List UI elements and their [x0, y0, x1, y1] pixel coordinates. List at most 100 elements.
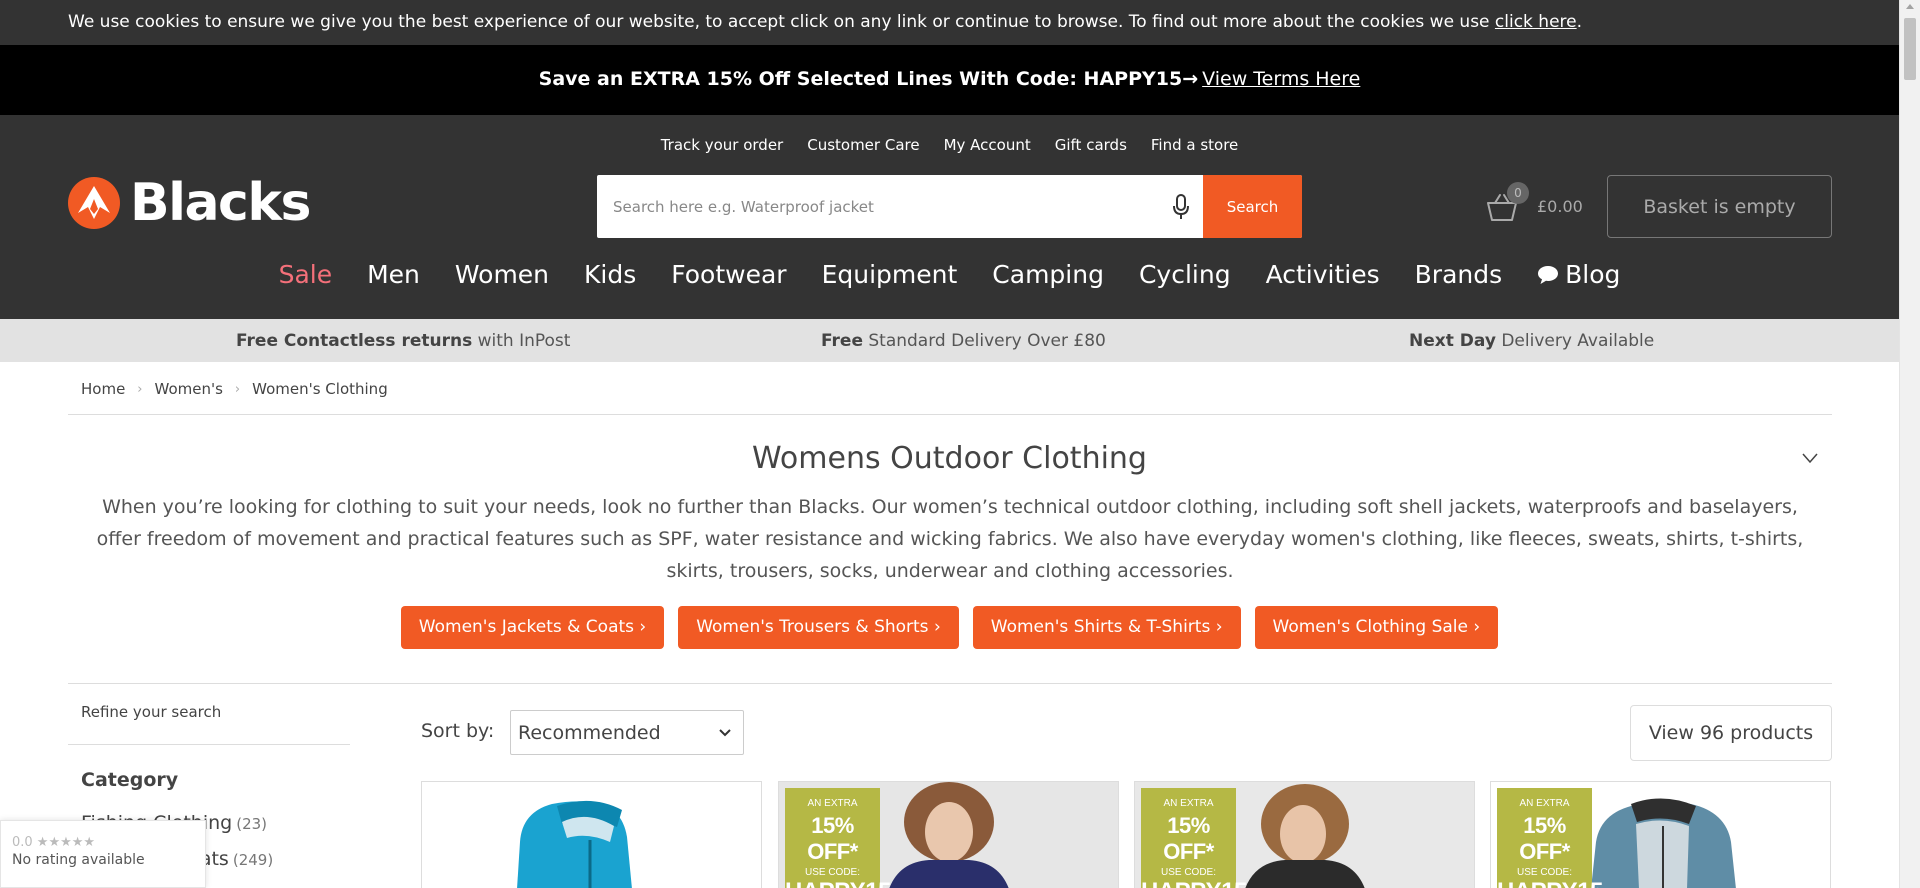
- cookie-text: We use cookies to ensure we give you the…: [68, 12, 1495, 32]
- promo-text: Save an EXTRA 15% Off Selected Lines Wit…: [538, 68, 1199, 90]
- scrollbar-thumb[interactable]: [1904, 18, 1916, 80]
- my-account-link[interactable]: My Account: [944, 136, 1031, 154]
- cookie-banner: We use cookies to ensure we give you the…: [0, 0, 1899, 45]
- rating-label: No rating available: [12, 852, 145, 868]
- product-card[interactable]: [421, 781, 762, 888]
- nav-footwear[interactable]: Footwear: [671, 260, 786, 289]
- view-products-button[interactable]: View 96 products: [1630, 705, 1832, 761]
- usp-returns-rest: with InPost: [472, 330, 571, 351]
- badge-line1: AN EXTRA: [807, 798, 858, 809]
- chevron-down-icon[interactable]: [1802, 450, 1818, 466]
- product-card[interactable]: AN EXTRA 15% OFF* USE CODE: HAPPY15: [778, 781, 1119, 888]
- category-quick-links: Women's Jackets & Coats › Women's Trouse…: [0, 606, 1899, 649]
- product-card[interactable]: AN EXTRA 15% OFF* USE CODE: HAPPY15: [1490, 781, 1831, 888]
- gift-cards-link[interactable]: Gift cards: [1055, 136, 1127, 154]
- breadcrumb-womens-clothing: Women's Clothing: [252, 380, 388, 398]
- badge-line2: 15% OFF*: [1163, 813, 1214, 864]
- product-card[interactable]: AN EXTRA 15% OFF* USE CODE: HAPPY15: [1134, 781, 1475, 888]
- breadcrumb-separator-icon: ›: [234, 381, 241, 397]
- breadcrumb-separator-icon: ›: [137, 381, 143, 397]
- sort-label: Sort by:: [421, 720, 495, 742]
- nav-blog[interactable]: Blog: [1537, 260, 1620, 289]
- breadcrumb-home[interactable]: Home: [81, 380, 125, 398]
- usp-delivery-bold: Free: [821, 330, 863, 351]
- site-header: Track your order Customer Care My Accoun…: [0, 115, 1899, 319]
- womens-trousers-button[interactable]: Women's Trousers & Shorts ›: [678, 606, 959, 649]
- usp-returns-bold: Free Contactless returns: [236, 330, 473, 351]
- womens-shirts-button[interactable]: Women's Shirts & T-Shirts ›: [972, 606, 1241, 649]
- basket-count-badge: 0: [1507, 181, 1529, 204]
- speech-bubble-icon: [1538, 265, 1559, 284]
- badge-line3: USE CODE:: [804, 867, 860, 878]
- page-title: Womens Outdoor Clothing: [752, 441, 1147, 476]
- search-bar: Search: [597, 175, 1302, 238]
- category-intro: When you’re looking for clothing to suit…: [96, 496, 1804, 582]
- filter-count: (23): [236, 815, 268, 833]
- basket-total: £0.00: [1537, 197, 1583, 216]
- usp-delivery[interactable]: Free Standard Delivery Over £80: [821, 331, 1106, 351]
- usp-bar: Free Contactless returns with InPost Fre…: [0, 319, 1899, 362]
- nav-sale[interactable]: Sale: [279, 260, 333, 289]
- filter-count: (249): [232, 851, 274, 869]
- microphone-icon[interactable]: [1159, 175, 1203, 238]
- rating-widget[interactable]: 0.0 ★★★★★ No rating available: [0, 820, 206, 888]
- logo-mark-icon: [68, 177, 120, 229]
- divider: [68, 414, 1832, 415]
- nav-brands[interactable]: Brands: [1415, 260, 1503, 289]
- badge-line4: HAPPY15: [1141, 878, 1247, 888]
- badge-line1: AN EXTRA: [1163, 798, 1214, 809]
- basket-icon: 0: [1485, 181, 1529, 222]
- product-image: [517, 800, 632, 888]
- sort-value: Recommended: [518, 721, 661, 744]
- find-store-link[interactable]: Find a store: [1151, 136, 1238, 154]
- nav-blog-label: Blog: [1565, 260, 1621, 289]
- category-filter-heading[interactable]: Category: [81, 769, 178, 791]
- badge-line4: HAPPY15: [1497, 878, 1603, 888]
- view-terms-link[interactable]: View Terms Here: [1202, 68, 1360, 90]
- logo-text: Blacks: [130, 173, 311, 233]
- basket-empty-button[interactable]: Basket is empty: [1607, 175, 1832, 238]
- nav-men[interactable]: Men: [367, 260, 420, 289]
- nav-camping[interactable]: Camping: [992, 260, 1104, 289]
- track-order-link[interactable]: Track your order: [661, 136, 784, 154]
- mini-basket[interactable]: 0 £0.00: [1485, 175, 1583, 238]
- sort-select[interactable]: Recommended: [510, 710, 744, 755]
- rating-score: 0.0 ★★★★★: [12, 835, 96, 850]
- usp-delivery-rest: Standard Delivery Over £80: [862, 330, 1106, 351]
- usp-next-day-bold: Next Day: [1409, 330, 1496, 351]
- scroll-up-arrow-icon[interactable]: [1906, 4, 1914, 9]
- nav-women[interactable]: Women: [455, 260, 549, 289]
- badge-line2: 15% OFF*: [1519, 813, 1570, 864]
- usp-next-day-rest: Delivery Available: [1495, 330, 1655, 351]
- divider: [68, 683, 1832, 684]
- womens-jackets-button[interactable]: Women's Jackets & Coats ›: [400, 606, 665, 649]
- badge-line4: HAPPY15: [785, 878, 891, 888]
- chevron-down-icon: [719, 728, 731, 736]
- search-button[interactable]: Search: [1203, 175, 1302, 238]
- badge-line3: USE CODE:: [1516, 867, 1572, 878]
- nav-equipment[interactable]: Equipment: [822, 260, 958, 289]
- usp-next-day[interactable]: Next Day Delivery Available: [1409, 331, 1654, 351]
- cookie-click-here-link[interactable]: click here: [1495, 12, 1577, 32]
- refine-search-label: Refine your search: [81, 703, 222, 721]
- cookie-text-end: .: [1576, 12, 1583, 32]
- blacks-logo[interactable]: Blacks: [68, 173, 311, 233]
- nav-kids[interactable]: Kids: [584, 260, 636, 289]
- badge-line3: USE CODE:: [1160, 867, 1216, 878]
- page-scrollbar[interactable]: [1899, 0, 1920, 888]
- promo-badge: AN EXTRA 15% OFF* USE CODE: HAPPY15: [1497, 788, 1603, 888]
- promo-banner: Save an EXTRA 15% Off Selected Lines Wit…: [0, 45, 1899, 115]
- promo-badge: AN EXTRA 15% OFF* USE CODE: HAPPY15: [1141, 788, 1247, 888]
- breadcrumb-womens[interactable]: Women's: [155, 380, 223, 398]
- breadcrumb: Home › Women's › Women's Clothing: [81, 380, 388, 398]
- nav-activities[interactable]: Activities: [1266, 260, 1380, 289]
- customer-care-link[interactable]: Customer Care: [807, 136, 919, 154]
- utility-links: Track your order Customer Care My Accoun…: [0, 136, 1899, 154]
- usp-returns[interactable]: Free Contactless returns with InPost: [236, 331, 570, 351]
- badge-line2: 15% OFF*: [807, 813, 858, 864]
- search-input[interactable]: [597, 175, 1159, 238]
- nav-cycling[interactable]: Cycling: [1139, 260, 1231, 289]
- badge-line1: AN EXTRA: [1519, 798, 1570, 809]
- womens-sale-button[interactable]: Women's Clothing Sale ›: [1254, 606, 1499, 649]
- divider: [68, 744, 350, 745]
